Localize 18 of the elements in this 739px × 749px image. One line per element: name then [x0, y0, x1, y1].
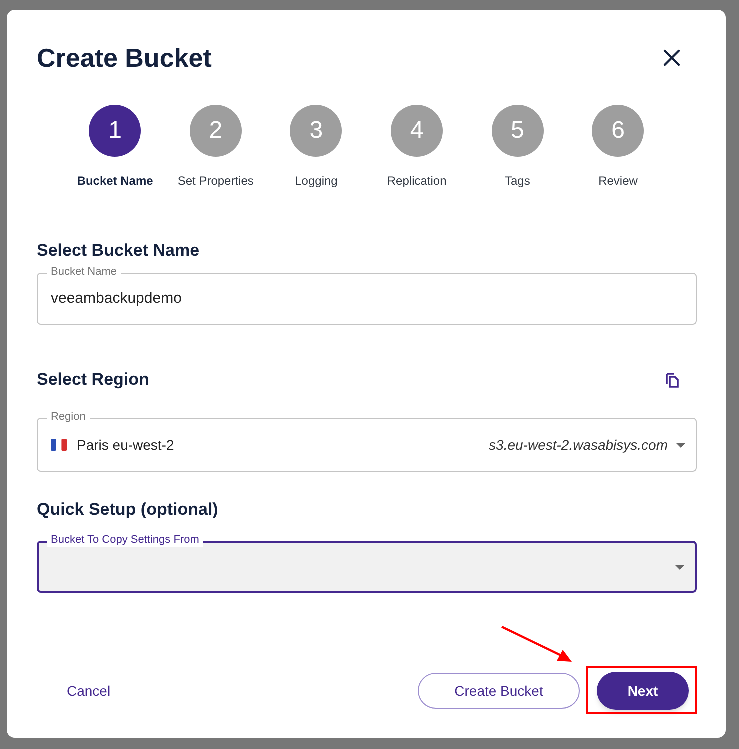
section-heading: Quick Setup (optional): [37, 499, 220, 521]
step-label: Logging: [295, 173, 338, 189]
step-label: Review: [598, 173, 638, 189]
step-label: Bucket Name: [77, 173, 154, 189]
copy-icon[interactable]: [666, 372, 680, 388]
step-label: Tags: [504, 173, 530, 189]
cancel-button[interactable]: Cancel: [55, 673, 123, 709]
caret-icon: [675, 564, 685, 570]
step-label: Set Properties: [178, 173, 254, 189]
flag-icon: [51, 439, 67, 451]
section-heading: Select Region: [37, 369, 150, 391]
section-heading: Select Bucket Name: [37, 240, 201, 262]
next-button[interactable]: Next: [597, 672, 689, 710]
dialog-title: Create Bucket: [37, 43, 212, 73]
step-label: Replication: [387, 173, 447, 189]
create-bucket-button[interactable]: Create Bucket: [418, 673, 580, 709]
caret-icon: [676, 442, 686, 448]
close-icon[interactable]: [663, 49, 681, 67]
